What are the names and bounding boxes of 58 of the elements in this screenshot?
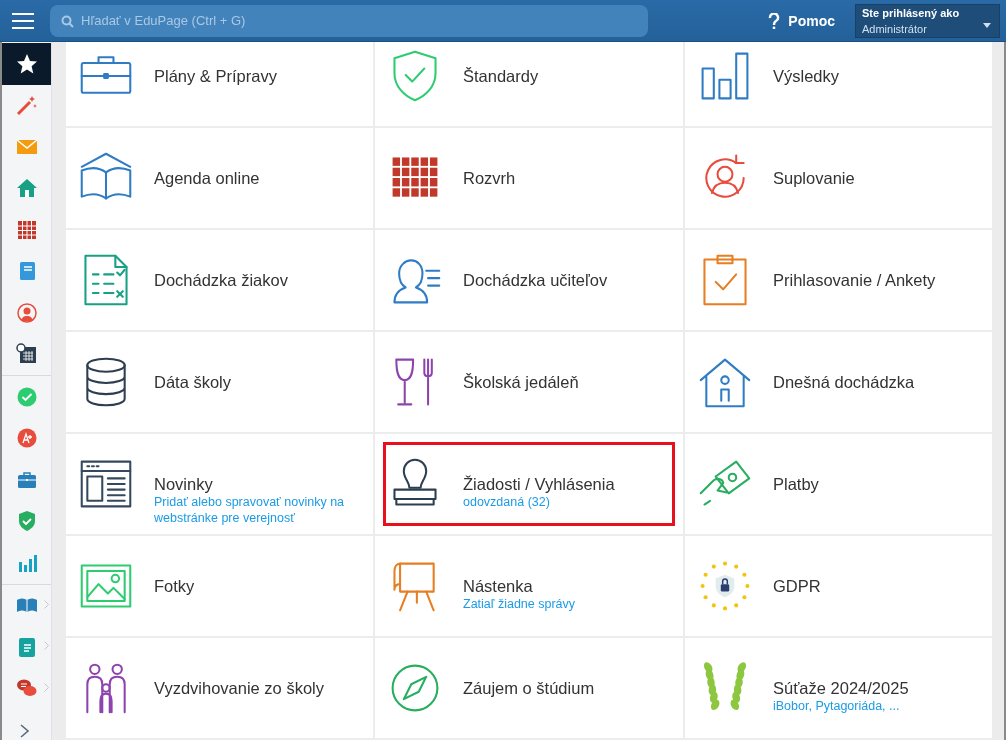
tile-title: Súťaže 2024/2025: [773, 678, 909, 698]
tile-title: Novinky: [154, 474, 214, 494]
tile-subtitle: odovzdaná (32): [463, 493, 551, 510]
search-field[interactable]: Hľadať v EduPage (Ctrl + G): [50, 4, 648, 37]
tile-title: Rozvrh: [463, 168, 516, 188]
app-tile[interactable]: Fotky: [66, 536, 373, 636]
app-tile[interactable]: Dochádzka žiakov: [66, 230, 373, 330]
app-tile[interactable]: Platby: [685, 434, 992, 534]
tile-title: Školská jedáleň: [463, 372, 579, 392]
tile-subtitle: Pridať alebo spravovať novinky na webstránke pre verejnosť: [154, 493, 346, 526]
tile-title: Agenda online: [154, 168, 260, 188]
question-mark-icon: [768, 12, 781, 29]
tile-title: Dáta školy: [154, 372, 232, 392]
app-tile[interactable]: Prihlasovanie / Ankety: [685, 230, 992, 330]
tile-title: Štandardy: [463, 66, 539, 86]
app-tile[interactable]: Novinky Pridať alebo spravovať novinky na webstránke pre verejnosť: [66, 434, 373, 534]
tile-title: Žiadosti / Vyhlásenia: [463, 474, 615, 494]
app-tile[interactable]: Plány & Prípravy: [66, 42, 373, 126]
app-tile[interactable]: Dáta školy: [66, 332, 373, 432]
menu-icon[interactable]: [12, 12, 34, 29]
app-tile[interactable]: GDPR: [685, 536, 992, 636]
app-tile[interactable]: Suplovanie: [685, 128, 992, 228]
app-tile[interactable]: Záujem o štúdium: [375, 638, 683, 738]
tile-title: Suplovanie: [773, 168, 855, 188]
app-tile[interactable]: Dnešná dochádzka: [685, 332, 992, 432]
app-tile[interactable]: Vyzdvihovanie zo školy: [66, 638, 373, 738]
person-refresh-icon: [14, 300, 39, 325]
caret-icon: [983, 22, 991, 28]
tile-title: Plány & Prípravy: [154, 66, 277, 86]
app-tile[interactable]: Žiadosti / Vyhlásenia odovzdaná (32): [375, 434, 683, 534]
tile-title: Záujem o štúdium: [463, 678, 595, 698]
tile-title: Fotky: [154, 576, 195, 596]
app-tile[interactable]: Výsledky: [685, 42, 992, 126]
user-dropdown[interactable]: Ste prihlásený ako Administrátor: [855, 3, 1000, 38]
search-icon: [61, 14, 74, 28]
app-tile[interactable]: Štandardy: [375, 42, 683, 126]
tile-title: Dnešná dochádzka: [773, 372, 915, 392]
app-tile[interactable]: Súťaže 2024/2025 iBobor, Pytagoriáda, ...: [685, 638, 992, 738]
tile-title: Dochádzka žiakov: [154, 270, 288, 290]
app-tile[interactable]: Nástenka Zatiaľ žiadne správy: [375, 536, 683, 636]
tile-title: Nástenka: [463, 576, 534, 596]
tile-title: Výsledky: [773, 66, 840, 86]
tile-title: GDPR: [773, 576, 821, 596]
user-caption: Ste prihlásený ako: [862, 6, 961, 19]
help-button[interactable]: Pomoc: [768, 12, 855, 29]
tile-title: Prihlasovanie / Ankety: [773, 270, 936, 290]
app-tile[interactable]: Dochádzka učiteľov: [375, 230, 683, 330]
tile-title: Platby: [773, 474, 819, 494]
app-tile[interactable]: Agenda online: [66, 128, 373, 228]
tile-title: Vyzdvihovanie zo školy: [154, 678, 324, 698]
sidebar-item[interactable]: [2, 43, 51, 85]
tile-subtitle: iBobor, Pytagoriáda, ...: [773, 697, 901, 714]
expand-chevron-icon[interactable]: [20, 724, 30, 738]
tile-subtitle: Zatiaľ žiadne správy: [463, 595, 576, 612]
app-tile[interactable]: Rozvrh: [375, 128, 683, 228]
user-role: Administrátor: [862, 22, 927, 35]
app-tile[interactable]: Školská jedáleň: [375, 332, 683, 432]
tile-title: Dochádzka učiteľov: [463, 270, 608, 290]
